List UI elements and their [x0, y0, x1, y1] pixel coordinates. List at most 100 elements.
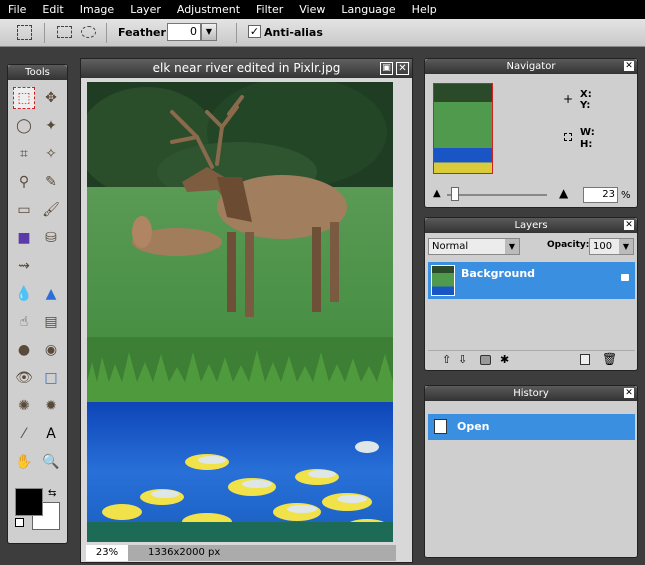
crosshair-icon: + [563, 92, 574, 106]
tools-title: Tools [8, 65, 67, 80]
antialias-label: Anti-alias [264, 26, 323, 39]
layers-panel: Layers ✕ Normal ▼ Opacity: 100 ▼ Background… [424, 217, 638, 371]
zoom-field[interactable]: 23% [86, 545, 128, 561]
pencil-icon[interactable]: ✎ [40, 171, 62, 193]
history-title: History [513, 388, 549, 399]
zoom-slider[interactable] [447, 194, 547, 196]
h-label: H: [580, 139, 593, 150]
opacity-label: Opacity: [547, 240, 590, 250]
navigator-panel: Navigator ✕ + X: Y: W: H: ▲ ▲ 23 % [424, 58, 638, 208]
layers-close-button[interactable]: ✕ [624, 220, 634, 230]
delete-layer-icon[interactable]: 🗑 [602, 352, 617, 366]
burn-icon[interactable]: ● [13, 339, 35, 361]
smudge-icon[interactable]: ☝ [13, 311, 35, 333]
layer-mask-icon[interactable] [480, 355, 491, 365]
history-open-icon [434, 419, 447, 434]
marquee-tool-icon[interactable] [17, 25, 32, 40]
divider [236, 23, 237, 43]
hand-icon[interactable]: ✋ [13, 451, 35, 473]
menu-edit[interactable]: Edit [34, 3, 71, 16]
divider [106, 23, 107, 43]
zoom-in-icon[interactable]: ▲ [559, 186, 568, 200]
history-panel: History ✕ Open [424, 385, 638, 558]
zoom-percent-field[interactable]: 23 [583, 187, 618, 203]
menu-bar: File Edit Image Layer Adjustment Filter … [0, 0, 645, 19]
eraser-icon[interactable]: ▭ [13, 199, 35, 221]
lock-icon [621, 274, 629, 281]
x-label: X: [580, 89, 592, 100]
brush-icon[interactable]: 🖌 [40, 199, 62, 221]
document-window: elk near river edited in Pixlr.jpg ▣ ✕ 2… [80, 58, 413, 563]
reset-colors-icon[interactable] [15, 518, 24, 527]
move-icon[interactable]: ✥ [40, 87, 62, 109]
swap-colors-icon[interactable]: ⇆ [48, 488, 56, 499]
eye-icon[interactable]: 👁 [13, 367, 35, 389]
canvas-image[interactable] [87, 82, 393, 542]
crop-icon[interactable]: ⌗ [13, 143, 35, 165]
color-replace-icon[interactable]: ⇝ [13, 255, 35, 277]
menu-language[interactable]: Language [333, 3, 403, 16]
divider [44, 23, 45, 43]
redeye-icon[interactable]: ◉ [40, 339, 62, 361]
close-button[interactable]: ✕ [396, 62, 409, 75]
move-layer-down-icon[interactable]: ⇩ [458, 353, 467, 366]
w-label: W: [580, 127, 595, 138]
drop-icon[interactable]: 💧 [13, 283, 35, 305]
options-bar: Feather: 0 ▼ ✓ Anti-alias [0, 19, 645, 47]
image-size: 1336x2000 px [148, 547, 221, 558]
rect-select-mode-icon[interactable] [57, 26, 72, 38]
menu-image[interactable]: Image [72, 3, 122, 16]
shape-icon[interactable]: □ [40, 367, 62, 389]
text-icon[interactable]: A [40, 423, 62, 445]
wand-icon[interactable]: ✦ [40, 115, 62, 137]
history-close-button[interactable]: ✕ [624, 388, 634, 398]
navigator-title: Navigator [506, 61, 556, 72]
primary-color-swatch[interactable] [15, 488, 43, 516]
menu-adjustment[interactable]: Adjustment [169, 3, 248, 16]
zoom-unit: % [621, 190, 631, 201]
layer-row[interactable]: Background [428, 262, 635, 299]
status-bar: 23% 1336x2000 px [86, 545, 396, 561]
stamp-icon[interactable]: ⚲ [13, 171, 35, 193]
layer-style-icon[interactable]: ✱ [500, 353, 509, 366]
eyedropper-icon[interactable]: ⁄ [13, 423, 35, 445]
opacity-input[interactable]: 100 ▼ [589, 238, 634, 255]
sharpen-icon[interactable]: ▲ [40, 283, 62, 305]
menu-help[interactable]: Help [404, 3, 445, 16]
document-title: elk near river edited in Pixlr.jpg [152, 61, 341, 75]
magic-wand-icon[interactable]: ✧ [40, 143, 62, 165]
history-item-label: Open [457, 420, 490, 433]
blend-mode-select[interactable]: Normal ▼ [428, 238, 520, 255]
antialias-checkbox[interactable]: ✓ [248, 25, 261, 38]
history-item[interactable]: Open [428, 414, 635, 440]
bucket-icon[interactable]: ⛁ [40, 227, 62, 249]
new-layer-icon[interactable] [580, 354, 590, 365]
menu-file[interactable]: File [0, 3, 34, 16]
marquee-icon[interactable]: ⬚ [13, 87, 35, 109]
menu-layer[interactable]: Layer [122, 3, 169, 16]
y-label: Y: [580, 100, 591, 111]
lasso-icon[interactable]: ◯ [13, 115, 35, 137]
tools-panel: Tools ⬚ ✥ ◯ ✦ ⌗ ✧ ⚲ ✎ ▭ 🖌 ■ ⛁ ⇝ 💧 ▲ ☝ ▤ ● ◉ 👁 □ ✺ ✹ ⁄ A ✋ 🔍 ⇆ [7, 64, 68, 544]
document-titlebar: elk near river edited in Pixlr.jpg ▣ ✕ [81, 59, 412, 78]
navigator-close-button[interactable]: ✕ [624, 61, 634, 71]
navigator-thumbnail[interactable] [433, 83, 493, 174]
menu-filter[interactable]: Filter [248, 3, 291, 16]
zoom-icon[interactable]: 🔍 [40, 451, 62, 473]
feather-dropdown-button[interactable]: ▼ [201, 23, 217, 41]
zoom-slider-handle[interactable] [451, 187, 459, 201]
maximize-button[interactable]: ▣ [380, 62, 393, 75]
layer-thumbnail [431, 265, 455, 296]
menu-view[interactable]: View [291, 3, 333, 16]
move-layer-up-icon[interactable]: ⇧ [442, 353, 451, 366]
rect-fill-icon[interactable]: ■ [13, 227, 35, 249]
layer-name: Background [461, 267, 536, 280]
selection-size-icon [564, 133, 572, 141]
layers-title: Layers [514, 220, 548, 231]
bloat-icon[interactable]: ✺ [13, 395, 35, 417]
feather-input[interactable]: 0 [167, 23, 201, 41]
ellipse-select-mode-icon[interactable] [81, 26, 96, 38]
zoom-out-icon[interactable]: ▲ [433, 188, 441, 199]
sponge-icon[interactable]: ▤ [40, 311, 62, 333]
pinch-icon[interactable]: ✹ [40, 395, 62, 417]
